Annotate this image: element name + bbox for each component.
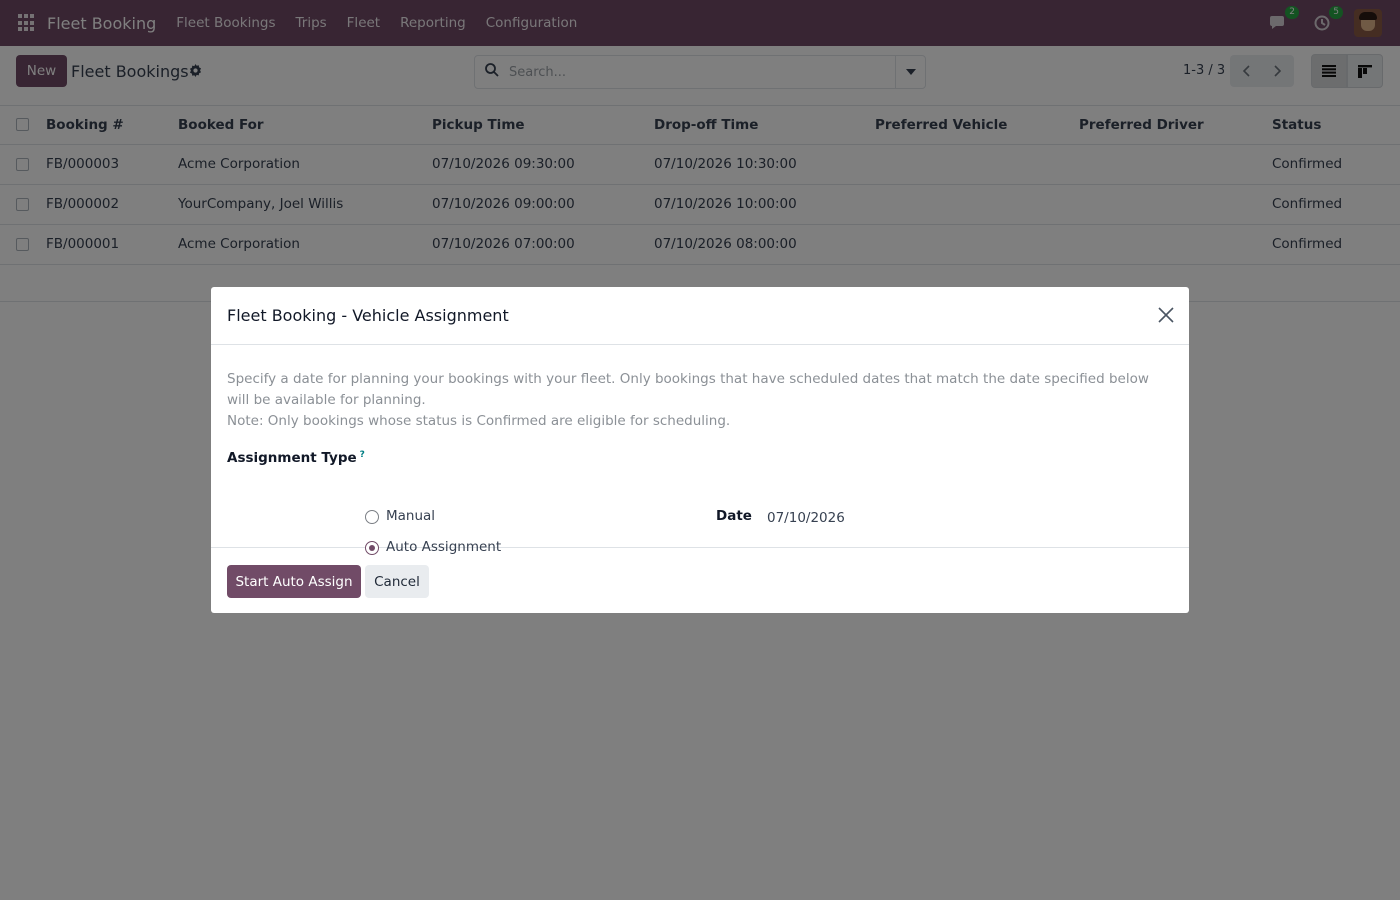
close-icon[interactable] xyxy=(1157,306,1175,324)
assignment-type-label: Assignment Type? xyxy=(227,450,365,466)
dialog-description: Specify a date for planning your booking… xyxy=(227,369,1157,432)
radio-manual-label[interactable]: Manual xyxy=(386,508,435,524)
description-text: Specify a date for planning your booking… xyxy=(227,371,1149,408)
radio-manual[interactable] xyxy=(365,510,379,524)
vehicle-assignment-dialog: Fleet Booking - Vehicle Assignment Speci… xyxy=(211,287,1189,613)
date-label: Date xyxy=(716,508,752,524)
start-auto-assign-button[interactable]: Start Auto Assign xyxy=(227,565,361,598)
description-note: Note: Only bookings whose status is Conf… xyxy=(227,413,731,429)
dialog-body: Specify a date for planning your booking… xyxy=(211,345,1189,555)
cancel-button[interactable]: Cancel xyxy=(365,565,429,598)
assignment-type-label-text: Assignment Type xyxy=(227,450,357,466)
date-field[interactable]: 07/10/2026 xyxy=(767,510,845,526)
dialog-footer: Start Auto Assign Cancel xyxy=(211,548,1189,613)
dialog-title: Fleet Booking - Vehicle Assignment xyxy=(227,306,509,325)
help-tooltip-icon[interactable]: ? xyxy=(360,450,365,460)
dialog-header: Fleet Booking - Vehicle Assignment xyxy=(211,287,1189,345)
